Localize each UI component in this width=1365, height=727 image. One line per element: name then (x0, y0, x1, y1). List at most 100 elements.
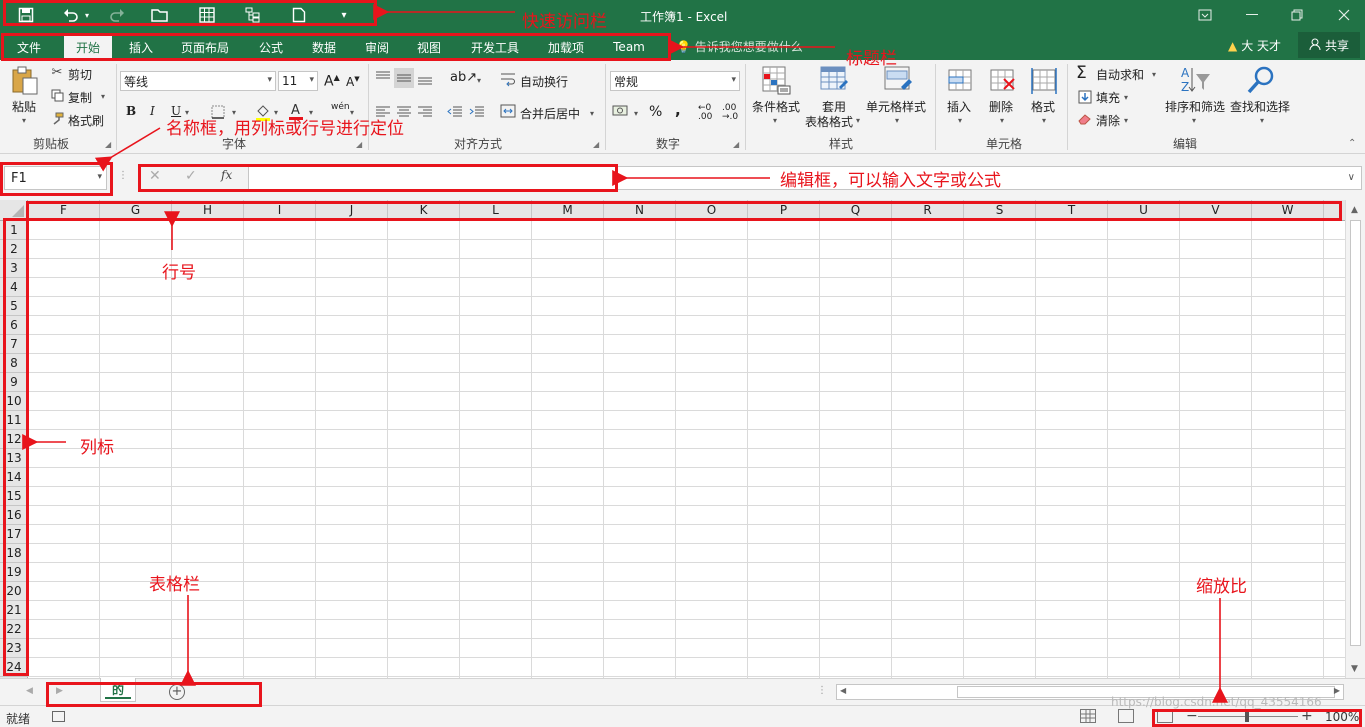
collapse-ribbon-icon[interactable]: ⌃ (1348, 138, 1356, 149)
decrease-decimal-icon[interactable]: .00 →.0 (722, 104, 738, 122)
align-right-icon[interactable] (416, 104, 434, 120)
clear-dropdown-icon[interactable]: ▾ (1124, 116, 1128, 125)
align-middle-icon[interactable] (394, 68, 414, 88)
format-as-table-label-2[interactable]: 表格格式 (805, 113, 853, 130)
align-top-icon[interactable] (374, 70, 392, 86)
sort-dropdown-icon[interactable]: ▾ (1192, 116, 1196, 125)
align-bottom-icon[interactable] (416, 70, 434, 86)
vertical-scroll-thumb[interactable] (1350, 220, 1361, 646)
alignment-launcher-icon[interactable]: ◢ (593, 140, 599, 149)
paste-icon[interactable] (10, 66, 40, 96)
accounting-format-icon[interactable] (612, 103, 630, 119)
shrink-font-icon[interactable]: A▼ (346, 75, 360, 89)
wrap-text-label[interactable]: 自动换行 (520, 73, 568, 90)
wrap-text-icon[interactable] (500, 71, 516, 87)
expand-formula-bar-icon[interactable]: ∨ (1348, 172, 1355, 183)
clear-label[interactable]: 清除 (1096, 112, 1120, 129)
autosum-icon[interactable]: Σ (1076, 63, 1087, 83)
scroll-right-icon[interactable]: ▶ (1334, 686, 1340, 695)
merge-dropdown-icon[interactable]: ▾ (590, 109, 594, 118)
insert-cells-icon[interactable] (945, 66, 975, 96)
insert-dropdown-icon[interactable]: ▾ (958, 116, 962, 125)
cell-styles-dropdown-icon[interactable]: ▾ (895, 116, 899, 125)
find-select-label[interactable]: 查找和选择 (1230, 98, 1290, 115)
find-select-icon[interactable] (1245, 64, 1277, 96)
format-cells-label[interactable]: 格式 (1031, 98, 1055, 115)
increase-decimal-icon[interactable]: ←0.00 (698, 104, 712, 122)
percent-icon[interactable]: % (649, 104, 662, 120)
normal-view-icon[interactable] (1080, 709, 1096, 723)
format-painter-icon[interactable] (50, 111, 64, 125)
delete-cells-label[interactable]: 删除 (989, 98, 1013, 115)
conditional-dropdown-icon[interactable]: ▾ (773, 116, 777, 125)
accounting-dropdown-icon[interactable]: ▾ (634, 109, 638, 118)
vertical-scrollbar[interactable]: ▲ ▼ (1345, 200, 1365, 678)
worksheet-grid[interactable]: FGHIJKLMNOPQRSTUVW 1 2 3 4 5 6 7 8 9 10 11 12 13 14 15… (0, 200, 1345, 678)
group-separator (935, 64, 936, 150)
format-painter-label[interactable]: 格式刷 (68, 112, 104, 129)
restore-icon[interactable] (1277, 4, 1317, 26)
copy-label[interactable]: 复制 (68, 89, 92, 106)
orientation-icon[interactable]: ab↗ (450, 70, 477, 85)
sort-filter-icon[interactable]: AZ (1180, 64, 1212, 96)
scissors-icon[interactable]: ✂ (50, 65, 64, 80)
name-box-splitter-icon[interactable]: ⋮ (118, 170, 128, 181)
cell-styles-icon[interactable] (882, 65, 914, 95)
format-dropdown-icon[interactable]: ▾ (1042, 116, 1046, 125)
autosum-dropdown-icon[interactable]: ▾ (1152, 70, 1156, 79)
copy-dropdown-icon[interactable]: ▾ (101, 92, 105, 101)
scroll-up-icon[interactable]: ▲ (1351, 205, 1358, 215)
conditional-formatting-label[interactable]: 条件格式 (752, 98, 800, 115)
eraser-icon[interactable] (1077, 112, 1092, 126)
insert-cells-label[interactable]: 插入 (947, 98, 971, 115)
minimize-icon[interactable] (1232, 4, 1272, 26)
tell-me-search[interactable]: 💡 告诉我您想要做什么 (676, 38, 803, 55)
phonetic-icon[interactable]: wén (331, 102, 350, 112)
scroll-down-icon[interactable]: ▼ (1351, 664, 1358, 674)
increase-indent-icon[interactable] (468, 104, 486, 120)
format-table-dropdown-icon[interactable]: ▾ (856, 116, 860, 125)
scroll-left-icon[interactable]: ◀ (840, 686, 846, 695)
fill-dropdown-icon[interactable]: ▾ (1124, 93, 1128, 102)
paste-label[interactable]: 粘贴 (12, 98, 36, 115)
find-dropdown-icon[interactable]: ▾ (1260, 116, 1264, 125)
font-size-select[interactable]: 11 ▾ (278, 71, 318, 91)
merge-center-icon[interactable] (500, 103, 516, 119)
autosum-label[interactable]: 自动求和 (1096, 66, 1144, 83)
number-launcher-icon[interactable]: ◢ (733, 140, 739, 149)
font-launcher-icon[interactable]: ◢ (356, 140, 362, 149)
clipboard-launcher-icon[interactable]: ◢ (105, 140, 111, 149)
close-icon[interactable] (1324, 4, 1364, 26)
conditional-formatting-icon[interactable] (760, 65, 792, 95)
grow-font-icon[interactable]: A▲ (324, 73, 340, 90)
user-account[interactable]: ▲ 大 天才 (1228, 37, 1281, 54)
format-as-table-icon[interactable] (818, 65, 850, 95)
cell-styles-label[interactable]: 单元格样式 (866, 98, 926, 115)
tabs-highlight-box (1, 33, 671, 61)
sheet-prev-icon[interactable]: ◀ (26, 686, 33, 696)
number-format-select[interactable]: 常规 ▾ (610, 71, 740, 91)
font-name-select[interactable]: 等线 ▾ (120, 71, 276, 91)
paste-dropdown-icon[interactable]: ▾ (22, 116, 26, 125)
delete-cells-icon[interactable] (987, 66, 1017, 96)
share-button[interactable]: 共享 (1298, 32, 1360, 58)
page-layout-view-icon[interactable] (1118, 709, 1134, 723)
annotation-edit-box: 编辑框，可以输入文字或公式 (780, 171, 1001, 191)
cut-label[interactable]: 剪切 (68, 66, 92, 83)
format-cells-icon[interactable] (1029, 66, 1059, 96)
delete-dropdown-icon[interactable]: ▾ (1000, 116, 1004, 125)
tab-splitter-icon[interactable]: ⋮ (817, 685, 827, 696)
macro-record-icon[interactable] (52, 711, 65, 722)
fill-down-icon[interactable] (1077, 89, 1092, 104)
cell-area[interactable] (28, 221, 1345, 678)
merge-center-label[interactable]: 合并后居中 (520, 105, 580, 122)
ribbon-display-options-icon[interactable] (1185, 4, 1225, 26)
comma-style-icon[interactable]: , (675, 101, 681, 119)
copy-icon[interactable] (50, 88, 64, 102)
decrease-indent-icon[interactable] (446, 104, 464, 120)
orientation-dropdown-icon[interactable]: ▾ (477, 76, 481, 85)
bold-icon[interactable]: B (126, 104, 136, 118)
fill-label[interactable]: 填充 (1096, 89, 1120, 106)
sort-filter-label[interactable]: 排序和筛选 (1165, 98, 1225, 115)
italic-icon[interactable]: I (150, 104, 155, 118)
